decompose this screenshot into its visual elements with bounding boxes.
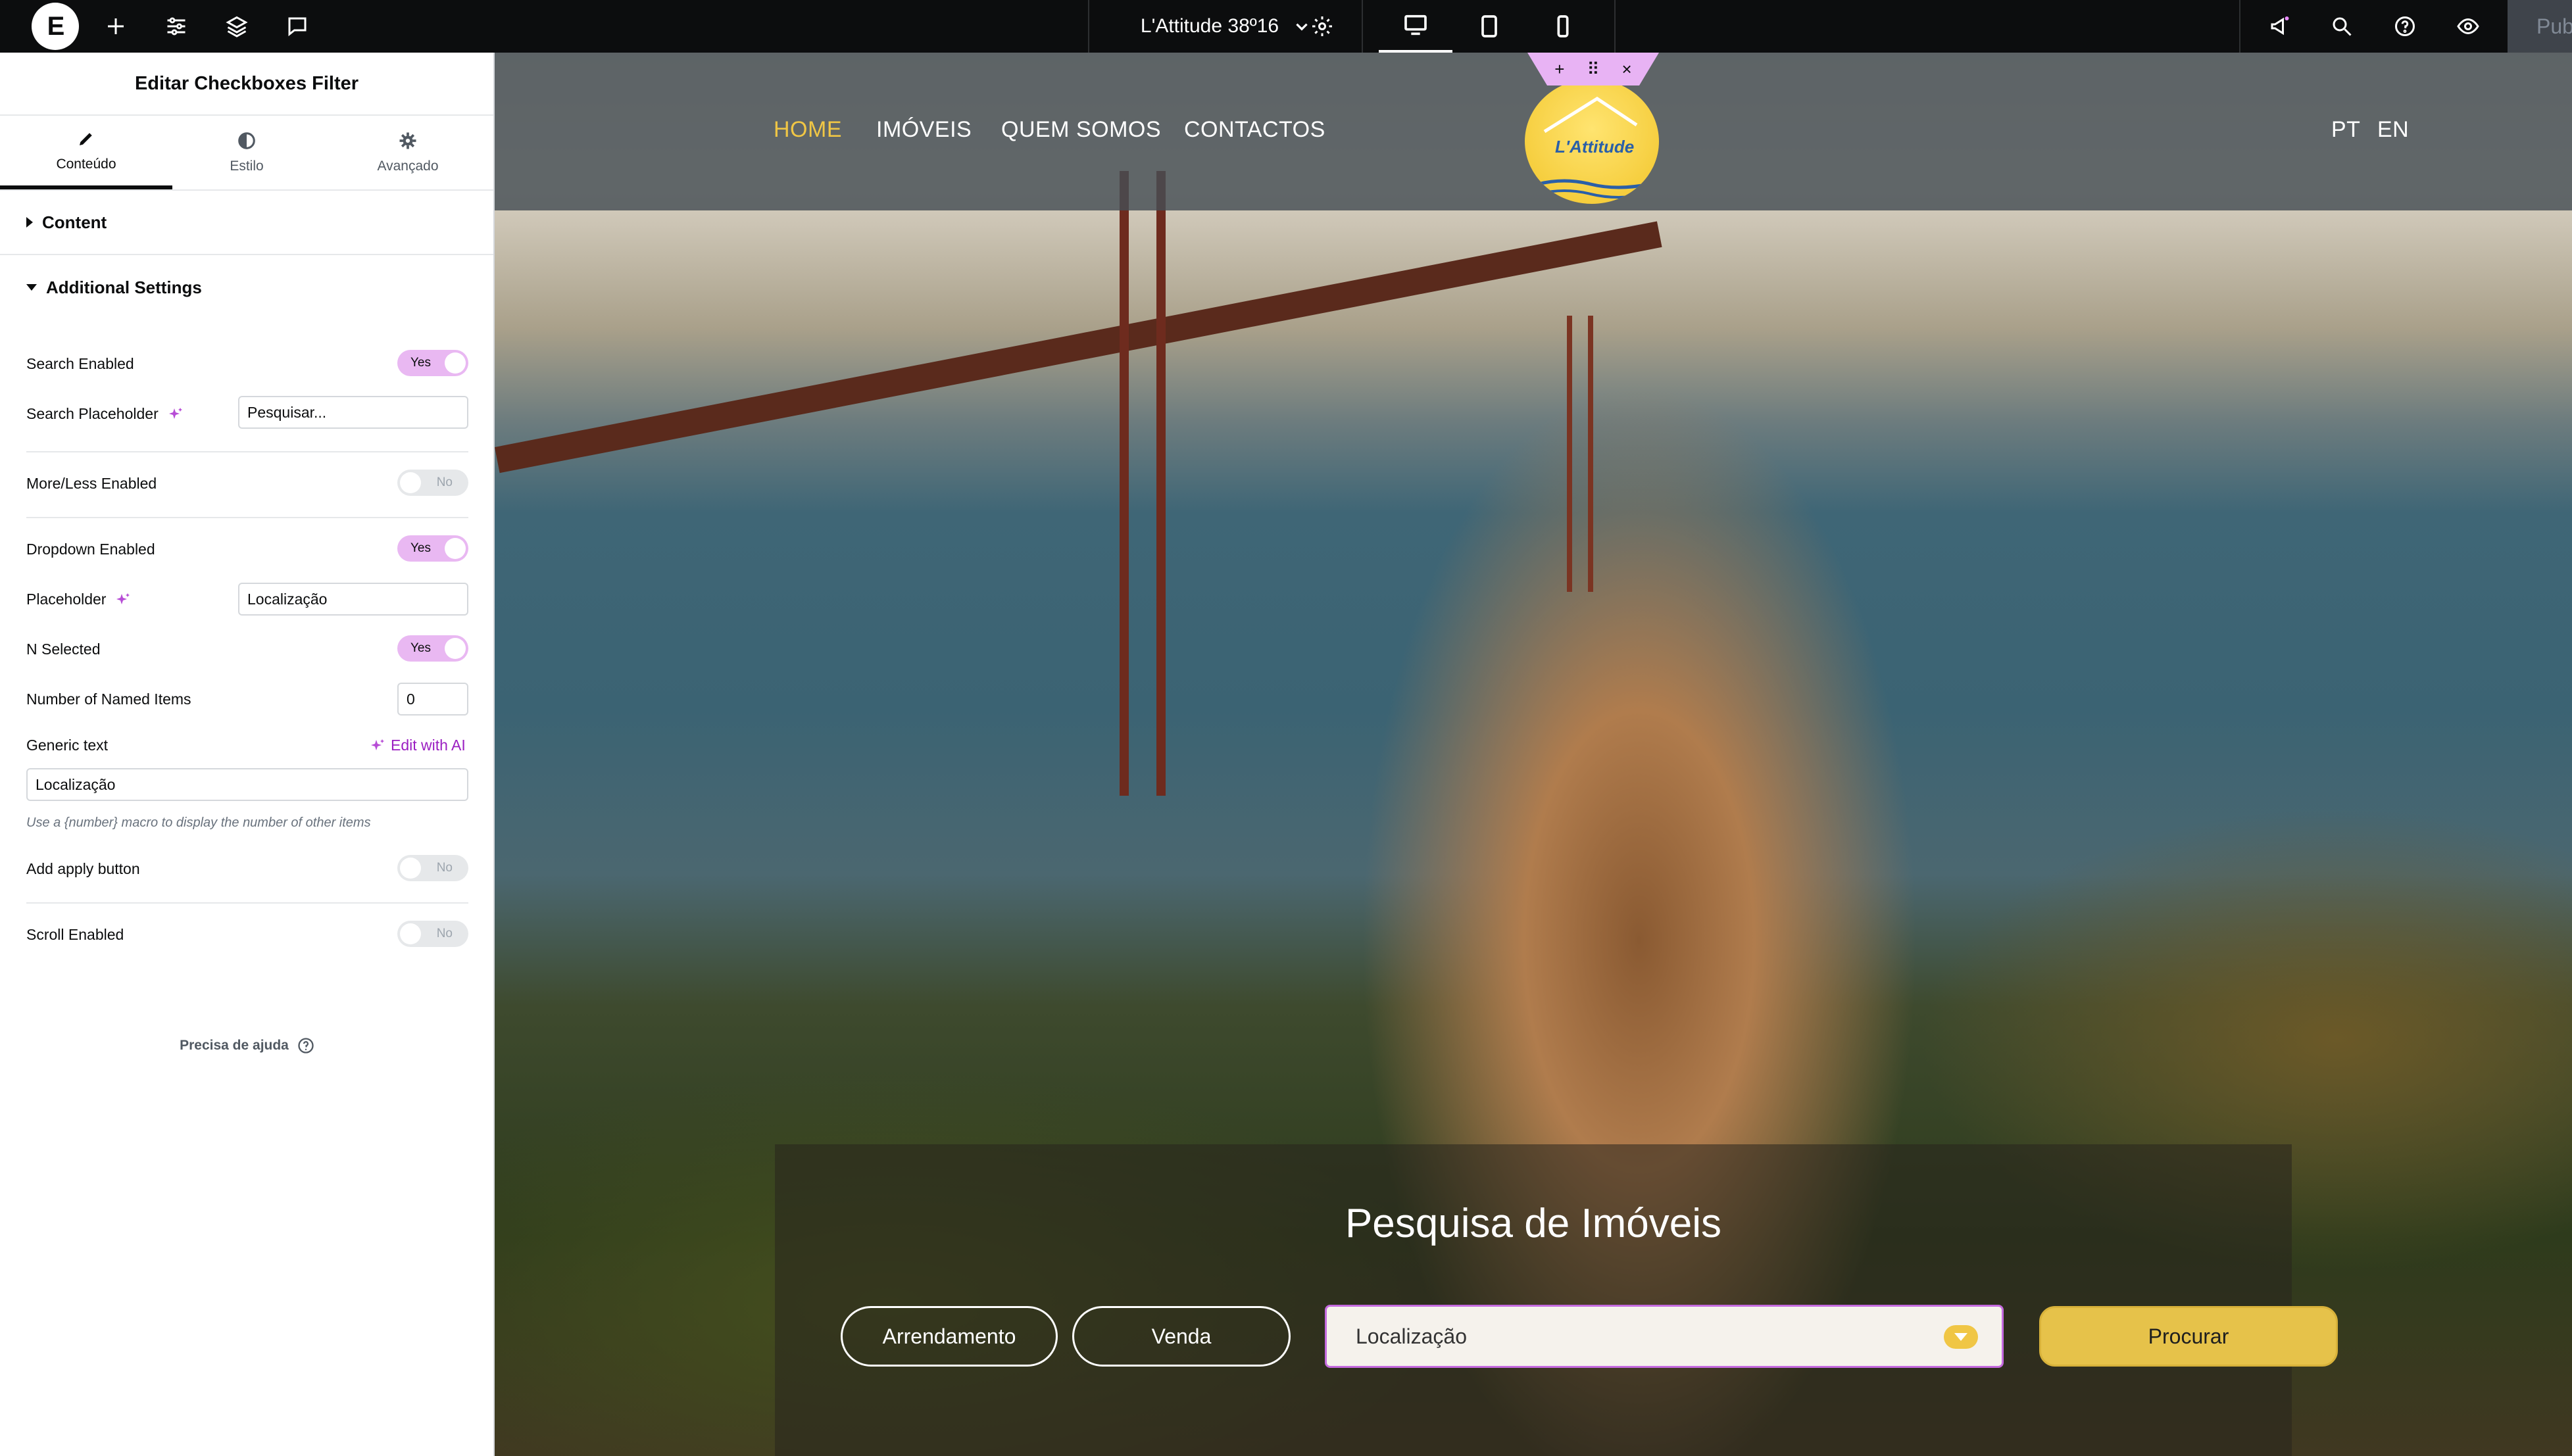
scroll-enabled-label: Scroll Enabled [26,926,124,943]
drag-handle-icon[interactable]: ⠿ [1587,59,1599,80]
half-circle-icon [238,132,255,149]
lang-pt[interactable]: PT [2331,117,2360,143]
generic-text-hint: Use a {number} macro to display the numb… [26,815,371,830]
logo-text: L'Attitude [1555,137,1635,157]
plus-icon[interactable]: + [1554,59,1564,80]
elementor-logo-button[interactable]: E [29,0,82,53]
divider [26,902,468,904]
edit-with-ai-link[interactable]: Edit with AI [370,737,466,754]
widget-edit-handle[interactable]: + ⠿ × [1527,53,1659,85]
chevron-down-icon [1944,1325,1978,1349]
section-additional-toggle[interactable]: Additional Settings [0,255,493,320]
device-switcher [1363,0,1616,53]
site-logo[interactable]: L'Attitude [1525,79,1659,204]
editor-panel: Editar Checkboxes Filter Conteúdo Estilo… [0,53,495,1456]
scroll-enabled-switch[interactable]: No [397,921,468,947]
apply-button-label: Add apply button [26,860,140,877]
tab-content[interactable]: Conteúdo [0,116,172,189]
lang-en[interactable]: EN [2377,117,2409,143]
section-content-toggle[interactable]: Content [0,191,493,255]
eye-icon[interactable] [2436,0,2500,53]
panel-title: Editar Checkboxes Filter [0,53,493,116]
help-icon[interactable] [2373,0,2436,53]
editor-top-bar: E L'Attitude 38º16 Pub [0,0,2572,53]
sale-button[interactable]: Venda [1072,1306,1291,1367]
pencil-icon [80,133,92,145]
ai-sparkle-icon [371,739,384,750]
ai-sparkle-icon[interactable] [115,592,131,608]
more-less-label: More/Less Enabled [26,475,157,492]
rent-button[interactable]: Arrendamento [841,1306,1058,1367]
bridge-deck [495,221,1662,473]
search-title: Pesquisa de Imóveis [1345,1201,1722,1246]
tab-advanced[interactable]: Avançado [321,116,495,189]
tab-style[interactable]: Estilo [172,116,321,189]
search-placeholder-input[interactable]: Pesquisar... [238,396,468,429]
divider [26,517,468,518]
search-placeholder-label: Search Placeholder [26,405,184,423]
close-icon[interactable]: × [1622,59,1632,80]
preview-canvas: HOME IMÓVEIS QUEM SOMOS CONTACTOS PT EN … [495,53,2572,1456]
generic-text-input[interactable]: Localização [26,768,468,801]
desktop-icon[interactable] [1379,0,1452,53]
gear-icon [399,132,416,149]
search-button[interactable]: Procurar [2039,1306,2338,1367]
settings-icon[interactable] [1289,0,1355,53]
comment-icon[interactable] [276,0,318,53]
caret-right-icon [26,217,33,228]
search-icon[interactable] [2310,0,2373,53]
mobile-icon[interactable] [1526,0,1600,53]
megaphone-icon[interactable] [2248,0,2312,53]
location-select[interactable]: Localização [1325,1305,2004,1368]
panel-tabs: Conteúdo Estilo Avançado [0,116,493,191]
n-selected-switch[interactable]: Yes [397,635,468,662]
tablet-icon[interactable] [1452,0,1526,53]
nav-imoveis[interactable]: IMÓVEIS [876,117,972,143]
publish-button[interactable]: Pub [2508,0,2572,53]
elementor-logo-icon: E [32,3,79,50]
named-items-input[interactable]: 0 [397,683,468,716]
dropdown-enabled-switch[interactable]: Yes [397,535,468,562]
apply-button-switch[interactable]: No [397,855,468,881]
n-selected-label: N Selected [26,641,101,658]
plus-icon[interactable] [95,0,137,53]
sliders-icon[interactable] [155,0,197,53]
bridge-tower [1120,171,1166,796]
location-select-value: Localização [1356,1324,1467,1348]
nav-quem-somos[interactable]: QUEM SOMOS [1001,117,1161,143]
question-circle-icon [298,1038,314,1054]
named-items-label: Number of Named Items [26,691,191,708]
nav-home[interactable]: HOME [774,117,842,143]
layers-icon[interactable] [216,0,258,53]
caret-down-icon [26,284,37,291]
search-panel [775,1144,2292,1456]
logo-sun-icon: L'Attitude [1525,79,1659,204]
nav-contactos[interactable]: CONTACTOS [1184,117,1325,143]
placeholder-label: Placeholder [26,591,131,608]
ai-sparkle-icon[interactable] [168,406,184,422]
placeholder-input[interactable]: Localização [238,583,468,616]
generic-text-label: Generic text [26,737,108,754]
search-enabled-label: Search Enabled [26,355,134,372]
divider [26,451,468,452]
bridge-tower [1567,316,1593,592]
search-enabled-switch[interactable]: Yes [397,350,468,376]
site-title-text: L'Attitude 38º16 [1140,15,1279,37]
dropdown-enabled-label: Dropdown Enabled [26,541,155,558]
more-less-switch[interactable]: No [397,470,468,496]
help-link[interactable]: Precisa de ajuda [0,1036,495,1055]
